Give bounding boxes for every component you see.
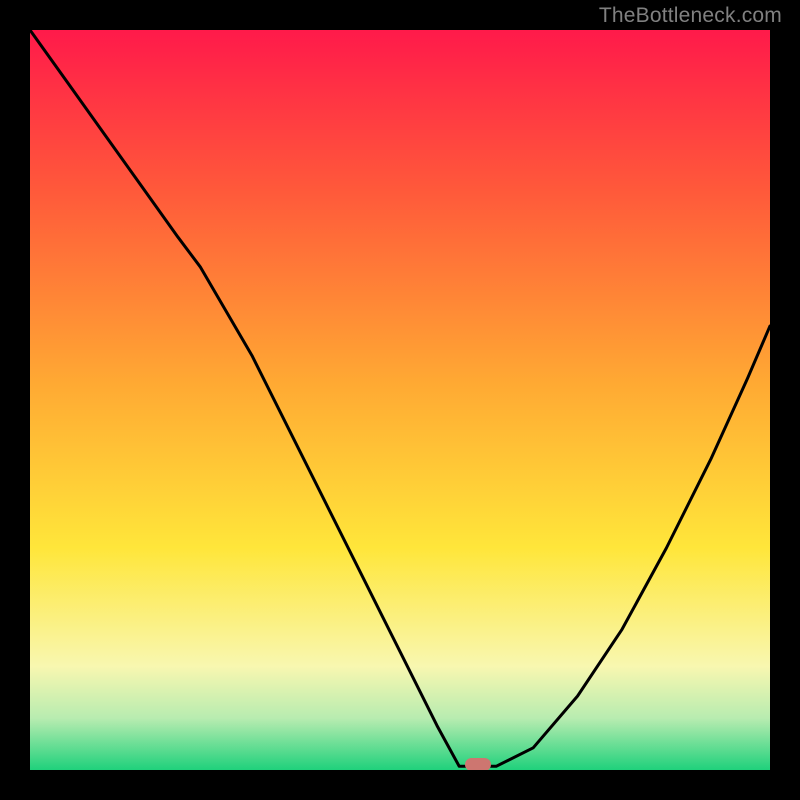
optimal-point-marker: [465, 758, 491, 770]
plot-svg: [30, 30, 770, 770]
gradient-background: [30, 30, 770, 770]
plot-area: [30, 30, 770, 770]
watermark-text: TheBottleneck.com: [599, 4, 782, 28]
chart-frame: TheBottleneck.com: [0, 0, 800, 800]
